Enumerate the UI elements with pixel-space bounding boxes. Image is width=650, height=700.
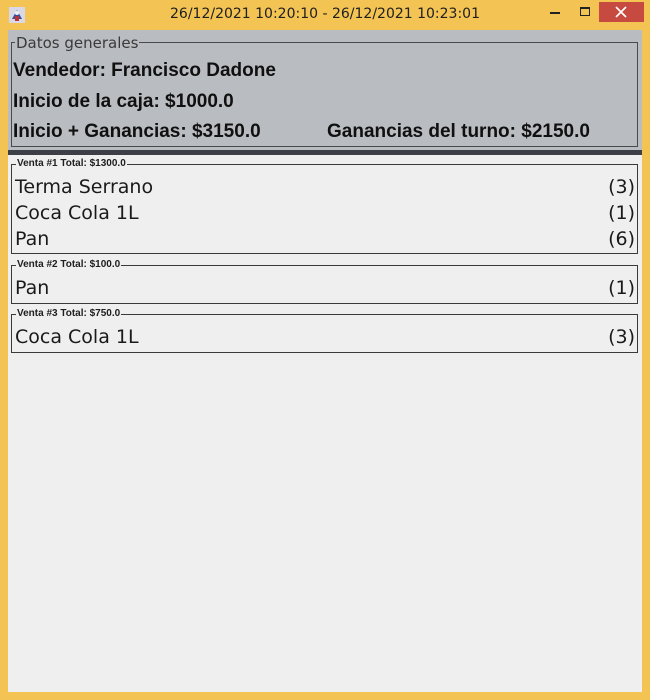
item-name: Pan	[15, 277, 50, 299]
item-quantity: (1)	[608, 202, 635, 224]
sale-legend: Venta #2 Total: $100.0	[16, 259, 122, 271]
main-content: Datos generales Vendedor: Francisco Dado…	[8, 30, 642, 692]
java-app-icon	[9, 7, 25, 23]
general-data-panel: Datos generales Vendedor: Francisco Dado…	[8, 30, 642, 150]
item-quantity: (3)	[608, 326, 635, 348]
sale-group: Venta #1 Total: $1300.0 Terma Serrano (3…	[11, 158, 638, 254]
start-plus-earnings-label: Inicio + Ganancias: $3150.0	[13, 121, 261, 142]
item-name: Terma Serrano	[15, 176, 154, 198]
sale-item: Coca Cola 1L (1)	[12, 200, 637, 226]
close-button[interactable]	[599, 2, 644, 22]
item-quantity: (1)	[608, 277, 635, 299]
sale-item: Pan (1)	[12, 275, 637, 301]
shift-earnings-label: Ganancias del turno: $2150.0	[327, 121, 590, 142]
sale-item: Pan (6)	[12, 226, 637, 252]
item-name: Pan	[15, 228, 50, 250]
seller-label: Vendedor: Francisco Dadone	[13, 60, 276, 81]
item-name: Coca Cola 1L	[15, 326, 139, 348]
sale-group: Venta #2 Total: $100.0 Pan (1)	[11, 259, 638, 304]
minimize-button[interactable]	[541, 2, 569, 24]
sale-legend: Venta #1 Total: $1300.0	[16, 158, 127, 170]
item-quantity: (3)	[608, 176, 635, 198]
close-icon	[615, 6, 627, 18]
general-data-legend: Datos generales	[15, 34, 140, 52]
minimize-icon	[550, 12, 560, 14]
sale-group: Venta #3 Total: $750.0 Coca Cola 1L (3)	[11, 308, 638, 353]
cash-start-label: Inicio de la caja: $1000.0	[13, 91, 234, 112]
maximize-button[interactable]	[571, 2, 599, 24]
item-quantity: (6)	[608, 228, 635, 250]
app-window: 26/12/2021 10:20:10 - 26/12/2021 10:23:0…	[0, 0, 650, 700]
panel-separator	[8, 150, 642, 155]
sale-item: Terma Serrano (3)	[12, 174, 637, 200]
sale-item: Coca Cola 1L (3)	[12, 324, 637, 350]
title-bar[interactable]: 26/12/2021 10:20:10 - 26/12/2021 10:23:0…	[0, 0, 650, 30]
maximize-icon	[580, 7, 590, 16]
item-name: Coca Cola 1L	[15, 202, 139, 224]
sale-legend: Venta #3 Total: $750.0	[16, 308, 122, 320]
